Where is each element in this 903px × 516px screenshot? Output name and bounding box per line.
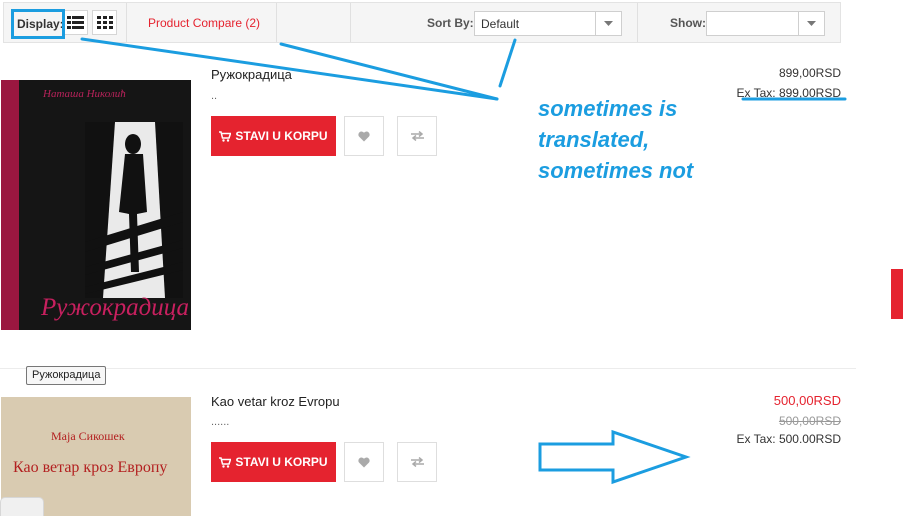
add-to-cart-label: STAVI U KORPU xyxy=(235,129,328,143)
product-special-price: 500,00RSD xyxy=(773,393,841,408)
book-spine xyxy=(1,80,19,330)
product-description: ...... xyxy=(211,416,230,428)
grid-view-icon xyxy=(96,15,113,29)
add-to-cart-button[interactable]: STAVI U KORPU xyxy=(211,442,336,482)
cart-icon xyxy=(219,130,232,142)
product-old-price: 500,00RSD xyxy=(778,414,841,428)
list-view-icon xyxy=(67,15,84,29)
wishlist-button[interactable] xyxy=(344,442,384,482)
product-price: 899,00RSD xyxy=(778,66,841,80)
toolbar-separator xyxy=(276,3,277,42)
product-image[interactable]: Наташа Николић Ружокрадица xyxy=(1,80,191,330)
toolbar-separator xyxy=(637,3,638,42)
price-ex-tax: Ex Tax: 500,00RSD xyxy=(736,432,841,443)
product-compare-link[interactable]: Product Compare (2) xyxy=(148,16,260,30)
side-red-marker xyxy=(891,269,903,319)
add-to-cart-label: STAVI U KORPU xyxy=(235,455,328,469)
cover-title: Ружокрадица xyxy=(41,294,190,321)
sort-by-select[interactable]: Default xyxy=(474,11,622,36)
compare-button[interactable] xyxy=(397,442,437,482)
price-ex-tax-clip: Ex Tax: 500,00RSD xyxy=(736,432,841,443)
add-to-cart-button[interactable]: STAVI U KORPU xyxy=(211,116,336,156)
product-title-link[interactable]: Kao vetar kroz Evropu xyxy=(211,394,340,409)
show-label: Show: xyxy=(670,16,706,30)
caret-down-icon xyxy=(798,12,824,35)
show-limit-select[interactable] xyxy=(706,11,825,36)
product-title-link[interactable]: Ружокрадица xyxy=(211,67,292,82)
cover-author: Маја Сикошек xyxy=(51,429,125,443)
list-view-button[interactable] xyxy=(63,10,88,35)
annotation-highlight-box xyxy=(11,9,65,39)
toolbar-separator xyxy=(126,3,127,42)
product-toolbar: Display: Product Compare (2) Sort By: De… xyxy=(3,2,841,43)
grid-view-button[interactable] xyxy=(92,10,117,35)
compare-icon xyxy=(410,131,424,141)
cover-title: Као ветар кроз Европу xyxy=(13,459,168,476)
cover-illustration xyxy=(85,122,183,298)
compare-icon xyxy=(410,457,424,467)
image-tooltip: Ружокрадица xyxy=(26,366,107,385)
compare-button[interactable] xyxy=(397,116,437,156)
corner-tab[interactable] xyxy=(0,497,44,516)
product-description: .. xyxy=(211,90,218,102)
annotation-arrow xyxy=(538,429,691,485)
heart-icon xyxy=(358,131,370,141)
cart-icon xyxy=(219,456,232,468)
sort-by-value: Default xyxy=(481,17,520,31)
annotation-line2: translated, xyxy=(538,127,650,152)
annotation-line xyxy=(279,42,499,101)
cover-author: Наташа Николић xyxy=(43,88,126,100)
annotation-note: sometimes is translated, sometimes not xyxy=(538,93,693,186)
wishlist-button[interactable] xyxy=(344,116,384,156)
price-ex-tax: Ex Tax: 899,00RSD xyxy=(736,86,841,100)
heart-icon xyxy=(358,457,370,467)
sort-by-label: Sort By: xyxy=(427,16,474,30)
toolbar-separator xyxy=(350,3,351,42)
product-divider xyxy=(0,368,856,369)
annotation-line xyxy=(498,38,517,88)
annotation-line1: sometimes is xyxy=(538,96,678,121)
caret-down-icon xyxy=(595,12,621,35)
annotation-line3: sometimes not xyxy=(538,158,694,183)
